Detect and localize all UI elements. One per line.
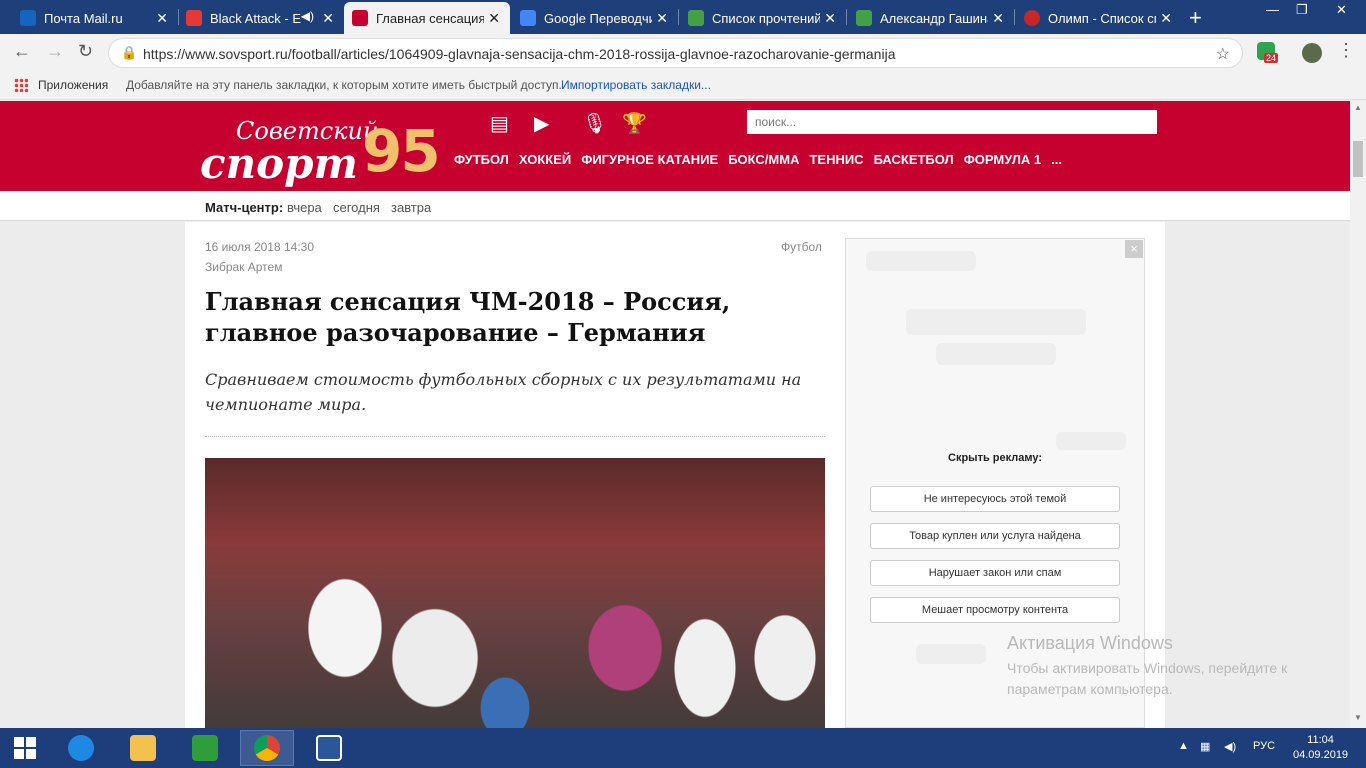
article-photo bbox=[205, 458, 825, 728]
forward-icon[interactable]: → bbox=[46, 41, 64, 62]
taskbar-chrome[interactable] bbox=[240, 730, 294, 766]
tab-gashin[interactable]: Александр Гашина ✕ bbox=[848, 2, 1014, 34]
nav-basketball[interactable]: БАСКЕТБОЛ bbox=[874, 152, 954, 167]
article-category[interactable]: Футбол bbox=[781, 240, 822, 254]
browser-menu-icon[interactable]: ⋮ bbox=[1337, 40, 1355, 61]
import-bookmarks-link[interactable]: Импортировать закладки... bbox=[561, 78, 711, 92]
divider bbox=[205, 436, 825, 437]
article-lead: Сравниваем стоимость футбольных сборных … bbox=[205, 370, 802, 414]
url-text: https://www.sovsport.ru/football/article… bbox=[143, 46, 896, 62]
bookmark-star-icon[interactable]: ☆ bbox=[1216, 44, 1230, 64]
article-headline: Главная сенсация ЧМ-2018 – Россия, главн… bbox=[205, 287, 731, 347]
word-icon bbox=[316, 735, 342, 761]
chrome-icon bbox=[254, 735, 280, 761]
folder-icon bbox=[130, 735, 156, 761]
tab-google-translate[interactable]: Google Переводчи ✕ bbox=[512, 2, 678, 34]
nav-formula1[interactable]: ФОРМУЛА 1 bbox=[964, 152, 1041, 167]
ad-option-already-bought[interactable]: Товар куплен или услуга найдена bbox=[870, 523, 1120, 549]
tab-olimp[interactable]: Олимп - Список сп ✕ bbox=[1016, 2, 1182, 34]
system-clock[interactable]: 11:04 04.09.2019 bbox=[1293, 733, 1348, 763]
taskbar-store[interactable] bbox=[180, 730, 230, 766]
back-icon[interactable]: ← bbox=[13, 41, 31, 62]
apps-link[interactable]: Приложения bbox=[38, 78, 108, 92]
article-date: 16 июля 2018 14:30 bbox=[205, 240, 315, 254]
olimp-favicon-icon bbox=[1024, 10, 1040, 26]
nav-tennis[interactable]: ТЕННИС bbox=[809, 152, 863, 167]
doc-favicon-icon bbox=[688, 10, 704, 26]
taskbar-word[interactable] bbox=[304, 730, 354, 766]
windows-logo-icon bbox=[14, 737, 36, 759]
sovsport-favicon-icon bbox=[352, 10, 368, 26]
microphone-icon[interactable]: 🎙 bbox=[582, 111, 607, 136]
browser-toolbar: ← → ↻ 🔒 https://www.sovsport.ru/football… bbox=[0, 34, 1366, 72]
address-bar[interactable]: 🔒 https://www.sovsport.ru/football/artic… bbox=[108, 38, 1243, 68]
match-center-label: Матч-центр: bbox=[205, 200, 284, 215]
nav-figure-skating[interactable]: ФИГУРНОЕ КАТАНИЕ bbox=[581, 152, 718, 167]
tab-reading-list[interactable]: Список прочтений ✕ bbox=[680, 2, 846, 34]
doc-favicon-icon bbox=[856, 10, 872, 26]
new-tab-button[interactable]: + bbox=[1189, 5, 1202, 31]
volume-icon[interactable]: ◀) bbox=[1224, 740, 1236, 753]
close-tab-icon[interactable]: ✕ bbox=[156, 10, 168, 27]
ad-option-obstructs[interactable]: Мешает просмотру контента bbox=[870, 597, 1120, 623]
taskbar-ie[interactable] bbox=[56, 730, 106, 766]
nav-more[interactable]: ... bbox=[1051, 152, 1062, 167]
windows-activation-watermark: Активация Windows Чтобы активировать Win… bbox=[1007, 633, 1288, 697]
taskbar-explorer[interactable] bbox=[118, 730, 168, 766]
match-tomorrow-link[interactable]: завтра bbox=[391, 200, 431, 215]
tab-strip: Почта Mail.ru ✕ Black Attack - E ◀) ✕ Гл… bbox=[0, 0, 1366, 34]
google-translate-favicon-icon bbox=[520, 10, 536, 26]
ad-option-not-interested[interactable]: Не интересуюсь этой темой bbox=[870, 486, 1120, 512]
sport-nav: ФУТБОЛ ХОККЕЙ ФИГУРНОЕ КАТАНИЕ БОКС/ММА … bbox=[454, 152, 1062, 167]
match-yesterday-link[interactable]: вчера bbox=[287, 200, 322, 215]
close-tab-icon[interactable]: ✕ bbox=[488, 10, 500, 27]
hide-ad-title: Скрыть рекламу: bbox=[948, 452, 1042, 464]
speaker-icon[interactable]: ◀) bbox=[301, 9, 314, 23]
profile-avatar[interactable] bbox=[1302, 43, 1322, 63]
scroll-up-icon[interactable]: ▲ bbox=[1354, 103, 1362, 112]
taskbar: ▲ ▦ ◀) РУС 11:04 04.09.2019 bbox=[0, 728, 1366, 768]
reload-icon[interactable]: ↻ bbox=[78, 41, 93, 62]
article-author[interactable]: Зибрак Артем bbox=[205, 260, 282, 274]
start-button[interactable] bbox=[0, 730, 50, 766]
site-header: Советский спорт 95 ▤ ▶ 🎙 🏆 ФУТБОЛ ХОККЕЙ… bbox=[0, 101, 1350, 191]
language-indicator[interactable]: РУС bbox=[1253, 740, 1275, 752]
bookmarks-hint: Добавляйте на эту панель закладки, к кот… bbox=[126, 78, 562, 92]
search-input[interactable] bbox=[747, 110, 1157, 134]
store-icon bbox=[192, 735, 218, 761]
youtube-favicon-icon bbox=[186, 10, 202, 26]
internet-explorer-icon bbox=[68, 735, 94, 761]
extension-badge: 24 bbox=[1264, 53, 1279, 63]
close-tab-icon[interactable]: ✕ bbox=[322, 10, 334, 27]
lock-icon: 🔒 bbox=[121, 45, 138, 60]
close-tab-icon[interactable]: ✕ bbox=[1160, 10, 1172, 27]
trophy-icon[interactable]: 🏆 bbox=[622, 111, 647, 136]
scroll-down-icon[interactable]: ▼ bbox=[1354, 713, 1362, 722]
close-tab-icon[interactable]: ✕ bbox=[992, 10, 1004, 27]
tab-sovsport[interactable]: Главная сенсация ✕ bbox=[344, 2, 510, 34]
apps-grid-icon[interactable] bbox=[14, 78, 28, 92]
video-icon[interactable]: ▶ bbox=[534, 111, 549, 136]
close-tab-icon[interactable]: ✕ bbox=[656, 10, 668, 27]
news-icon[interactable]: ▤ bbox=[490, 111, 509, 136]
nav-hockey[interactable]: ХОККЕЙ bbox=[519, 152, 571, 167]
close-window-icon[interactable]: ✕ bbox=[1336, 2, 1347, 18]
close-tab-icon[interactable]: ✕ bbox=[824, 10, 836, 27]
tray-arrow-icon[interactable]: ▲ bbox=[1178, 740, 1189, 752]
mail-favicon-icon bbox=[20, 10, 36, 26]
restore-icon[interactable]: ❐ bbox=[1296, 2, 1308, 18]
network-icon[interactable]: ▦ bbox=[1200, 740, 1210, 753]
bookmarks-bar: Приложения Добавляйте на эту панель закл… bbox=[0, 72, 1366, 100]
nav-football[interactable]: ФУТБОЛ bbox=[454, 152, 509, 167]
match-today-link[interactable]: сегодня bbox=[333, 200, 380, 215]
page-scrollbar[interactable]: ▲ ▼ bbox=[1350, 101, 1366, 728]
tab-mail[interactable]: Почта Mail.ru ✕ bbox=[12, 2, 178, 34]
ad-option-spam[interactable]: Нарушает закон или спам bbox=[870, 560, 1120, 586]
scroll-thumb[interactable] bbox=[1353, 141, 1363, 177]
match-center-bar: Матч-центр: вчера сегодня завтра bbox=[0, 191, 1350, 221]
close-ad-icon[interactable]: × bbox=[1125, 240, 1143, 258]
minimize-icon[interactable]: — bbox=[1266, 2, 1279, 17]
nav-boxing[interactable]: БОКС/ММА bbox=[728, 152, 799, 167]
tab-youtube[interactable]: Black Attack - E ◀) ✕ bbox=[178, 2, 344, 34]
